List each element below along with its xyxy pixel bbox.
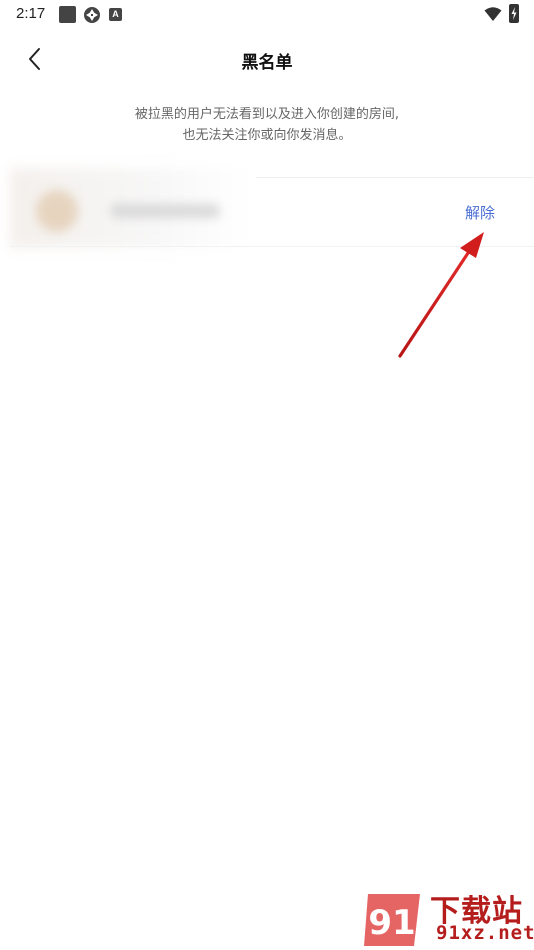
divider bbox=[256, 177, 534, 178]
watermark-logo: 91 bbox=[364, 894, 420, 946]
status-time: 2:17 bbox=[16, 5, 46, 22]
square-icon bbox=[59, 6, 76, 23]
blocklist-notice: 被拉黑的用户无法看到以及进入你创建的房间, 也无法关注你或向你发消息。 bbox=[0, 104, 534, 146]
a-badge-icon: A bbox=[109, 8, 122, 21]
watermark-domain: 91xz.net bbox=[436, 922, 534, 944]
header: 黑名单 bbox=[0, 30, 534, 86]
unblock-button[interactable]: 解除 bbox=[465, 202, 495, 223]
watermark: 91 下载站 91xz.net bbox=[360, 884, 534, 950]
status-bar: 2:17 A bbox=[0, 0, 534, 30]
bolt-icon bbox=[511, 7, 517, 20]
red-arrow-annotation bbox=[398, 232, 484, 358]
battery-charging-icon bbox=[509, 4, 519, 23]
notice-line-1: 被拉黑的用户无法看到以及进入你创建的房间, bbox=[134, 107, 400, 122]
wifi-icon bbox=[484, 7, 502, 21]
page-title: 黑名单 bbox=[241, 53, 293, 73]
user-nickname-blurred bbox=[110, 204, 220, 218]
notice-line-2: 也无法关注你或向你发消息。 bbox=[182, 128, 352, 143]
svg-text:91: 91 bbox=[368, 903, 415, 943]
shutter-icon bbox=[84, 7, 100, 23]
avatar bbox=[36, 190, 78, 232]
